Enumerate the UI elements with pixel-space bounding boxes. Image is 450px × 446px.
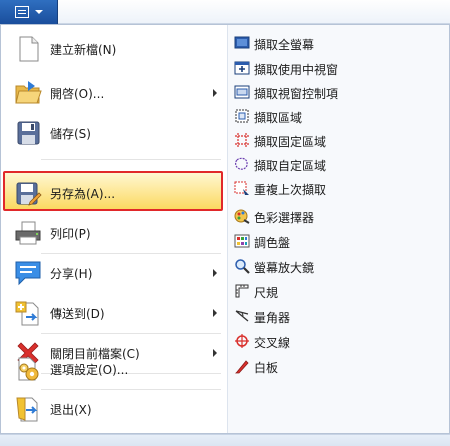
menu-item-capture-fullscreen[interactable]: 擷取全螢幕 (232, 32, 446, 54)
fixed-region-capture-icon (235, 133, 249, 147)
whiteboard-icon (235, 360, 249, 374)
menu-item-color-picker[interactable]: 色彩選擇器 (232, 205, 446, 227)
printer-icon (15, 221, 41, 245)
menu-footer (0, 434, 450, 446)
menu-item-capture-fixed-region[interactable]: 擷取固定區域 (232, 129, 446, 151)
menu-item-crosshair[interactable]: 交叉線 (232, 330, 446, 352)
menu-item-new[interactable]: 建立新檔(N) (7, 29, 223, 69)
menu-item-ruler[interactable]: 尺規 (232, 280, 446, 302)
new-file-icon (19, 36, 39, 62)
freehand-region-capture-icon (235, 157, 248, 170)
menu-item-label: 傳送到(D) (50, 307, 105, 321)
menu-item-label: 重複上次擷取 (254, 183, 327, 197)
menu-item-label: 選項設定(O)... (50, 363, 129, 377)
menu-item-label: 擷取全螢幕 (254, 38, 315, 52)
menu-item-exit[interactable]: 退出(X) (7, 389, 223, 429)
menu-item-label: 列印(P) (50, 227, 91, 241)
crosshair-icon (235, 334, 249, 348)
repeat-capture-icon (234, 181, 249, 195)
menu-item-label: 擷取使用中視窗 (254, 63, 339, 77)
menu-item-palette[interactable]: 調色盤 (232, 230, 446, 252)
menu-icon (14, 6, 29, 18)
menu-item-save-as[interactable]: 另存為(A)... (3, 171, 223, 211)
menu-item-print[interactable]: 列印(P) (7, 213, 223, 253)
application-menu: 建立新檔(N) 開啓(O)... 儲存(S) 另存為(A)... 列印(P) 分… (0, 24, 450, 434)
menu-item-label: 調色盤 (254, 236, 291, 250)
menu-item-label: 尺規 (254, 286, 279, 300)
menu-item-label: 螢幕放大鏡 (254, 261, 315, 275)
menu-item-send-to[interactable]: 傳送到(D) (7, 293, 223, 333)
menu-item-label: 擷取區域 (254, 111, 303, 125)
submenu-arrow-icon (213, 309, 217, 317)
menu-item-label: 另存為(A)... (50, 187, 116, 201)
menu-item-capture-window-control[interactable]: 擷取視窗控制項 (232, 81, 446, 103)
capture-tools-pane: 擷取全螢幕 擷取使用中視窗 擷取視窗控制項 擷取區域 擷取固定區域 擷取自定區域… (227, 25, 449, 433)
region-capture-icon (235, 109, 249, 123)
open-folder-icon (15, 81, 42, 104)
fullscreen-capture-icon (234, 36, 250, 49)
menu-separator (41, 159, 221, 160)
menu-item-protractor[interactable]: 量角器 (232, 305, 446, 327)
share-icon (15, 261, 41, 286)
menu-item-label: 擷取自定區域 (254, 159, 327, 173)
chevron-down-icon (34, 10, 43, 14)
menu-item-label: 分享(H) (50, 267, 93, 281)
ribbon-bar (0, 0, 450, 24)
menu-item-capture-freehand-region[interactable]: 擷取自定區域 (232, 153, 446, 175)
menu-item-label: 擷取視窗控制項 (254, 87, 339, 101)
active-window-capture-icon (234, 61, 250, 75)
send-to-icon (15, 301, 39, 326)
window-control-capture-icon (234, 85, 250, 99)
save-icon (17, 121, 40, 145)
menu-item-open[interactable]: 開啓(O)... (7, 73, 223, 113)
submenu-arrow-icon (213, 269, 217, 277)
submenu-arrow-icon (213, 89, 217, 97)
menu-item-share[interactable]: 分享(H) (7, 253, 223, 293)
menu-item-capture-region[interactable]: 擷取區域 (232, 105, 446, 127)
file-commands-pane: 建立新檔(N) 開啓(O)... 儲存(S) 另存為(A)... 列印(P) 分… (1, 25, 227, 433)
menu-item-label: 量角器 (254, 311, 291, 325)
menu-item-whiteboard[interactable]: 白板 (232, 355, 446, 377)
menu-item-capture-active-window[interactable]: 擷取使用中視窗 (232, 57, 446, 79)
menu-item-label: 色彩選擇器 (254, 211, 315, 225)
menu-item-save[interactable]: 儲存(S) (7, 113, 223, 153)
magnifier-icon (235, 259, 250, 274)
settings-icon (18, 357, 39, 381)
save-as-icon (16, 182, 42, 206)
application-menu-button[interactable] (0, 0, 58, 24)
palette-icon (234, 234, 250, 248)
ruler-icon (235, 284, 249, 298)
menu-item-label: 交叉線 (254, 336, 291, 350)
menu-item-label: 退出(X) (50, 403, 92, 417)
protractor-icon (235, 310, 249, 322)
exit-icon (16, 397, 38, 422)
menu-item-label: 白板 (254, 361, 279, 375)
menu-item-label: 建立新檔(N) (50, 43, 117, 57)
menu-item-label: 儲存(S) (50, 127, 91, 141)
menu-item-label: 擷取固定區域 (254, 135, 327, 149)
menu-item-repeat-capture[interactable]: 重複上次擷取 (232, 177, 446, 199)
menu-item-label: 開啓(O)... (50, 87, 105, 101)
color-picker-icon (234, 209, 250, 224)
menu-item-magnifier[interactable]: 螢幕放大鏡 (232, 255, 446, 277)
menu-item-options-row[interactable]: 選項設定(O)... (7, 349, 223, 389)
